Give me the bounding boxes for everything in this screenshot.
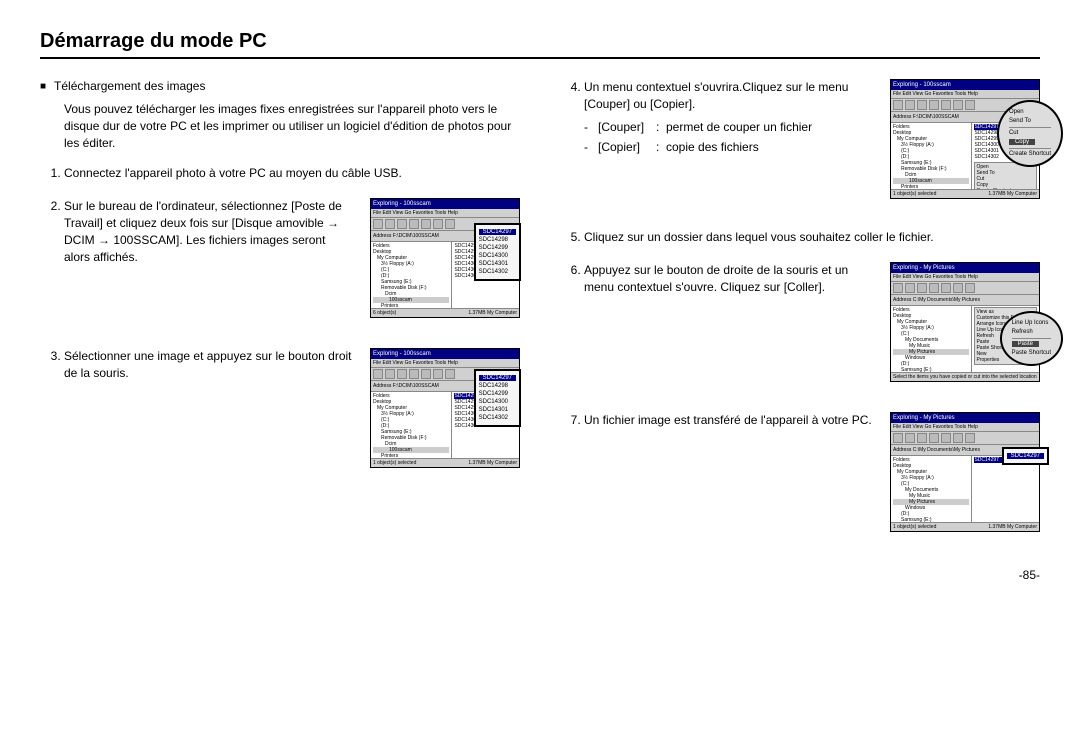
callout-file-list: SDC14297 SDC14298 SDC14299 SDC14300 SDC1… (474, 223, 521, 281)
step-3-text: Sélectionner une image et appuyez sur le… (64, 348, 352, 382)
step-4-text: Un menu contextuel s'ouvrira.Cliquez sur… (584, 79, 872, 113)
step-6: Appuyez sur le bouton de droite de la so… (584, 262, 1040, 382)
intro-paragraph: Vous pouvez télécharger les images fixes… (64, 101, 520, 151)
screenshot-step6-paste-menu: Exploring - My Pictures File Edit View G… (890, 262, 1040, 382)
def-couper-term: [Couper] (598, 119, 656, 136)
left-column: Téléchargement des images Vous pouvez té… (40, 79, 520, 548)
step-2: Sur le bureau de l'ordinateur, sélection… (64, 198, 520, 318)
step-5-text: Cliquez sur un dossier dans lequel vous … (584, 230, 934, 244)
page-number: -85- (40, 568, 1040, 582)
callout-paste: Line Up Icons Refresh Paste Paste Shortc… (1000, 311, 1063, 366)
step-6-text: Appuyez sur le bouton de droite de la so… (584, 262, 872, 296)
right-steps-list: Un menu contextuel s'ouvrira.Cliquez sur… (584, 79, 1040, 532)
step-5: Cliquez sur un dossier dans lequel vous … (584, 229, 1040, 246)
screenshot-step4-context-menu: Exploring - 100sscam File Edit View Go F… (890, 79, 1040, 199)
step-1: Connectez l'appareil photo à votre PC au… (64, 165, 520, 182)
step-2-text: Sur le bureau de l'ordinateur, sélection… (64, 198, 352, 265)
definitions-list: - [Couper] : permet de couper un fichier… (584, 119, 872, 157)
menu-bar: File Edit View Go Favorites Tools Help (371, 209, 519, 218)
step-4: Un menu contextuel s'ouvrira.Cliquez sur… (584, 79, 1040, 199)
def-couper-desc: permet de couper un fichier (666, 119, 872, 136)
window-title: Exploring - 100sscam (371, 199, 519, 209)
def-copier-term: [Copier] (598, 139, 656, 156)
callout-cut-copy: Open Send To Cut Copy Create Shortcut (997, 100, 1063, 167)
status-bar: 6 object(s) 1.37MB My Computer (371, 308, 519, 317)
right-column: Un menu contextuel s'ouvrira.Cliquez sur… (560, 79, 1040, 548)
step-7-text: Un fichier image est transféré de l'appa… (584, 412, 872, 429)
step-3: Sélectionner une image et appuyez sur le… (64, 348, 520, 468)
def-copier-desc: copie des fichiers (666, 139, 872, 156)
callout-selected-file: SDC14297 SDC14298 SDC14299 SDC14300 SDC1… (474, 369, 521, 427)
screenshot-step7-result: Exploring - My Pictures File Edit View G… (890, 412, 1040, 532)
folder-tree: Folders Desktop My Computer 3½ Floppy (A… (371, 242, 452, 310)
two-column-layout: Téléchargement des images Vous pouvez té… (40, 79, 1040, 548)
step-7: Un fichier image est transféré de l'appa… (584, 412, 1040, 532)
page-title: Démarrage du mode PC (40, 30, 1040, 53)
section-heading: Téléchargement des images (40, 79, 520, 93)
screenshot-step2-explorer: Exploring - 100sscam File Edit View Go F… (370, 198, 520, 318)
left-steps-list: Connectez l'appareil photo à votre PC au… (64, 165, 520, 468)
step-1-text: Connectez l'appareil photo à votre PC au… (64, 165, 520, 182)
callout-transferred-file: SDC14297 (1002, 447, 1049, 465)
screenshot-step3-explorer: Exploring - 100sscam File Edit View Go F… (370, 348, 520, 468)
horizontal-rule (40, 57, 1040, 59)
